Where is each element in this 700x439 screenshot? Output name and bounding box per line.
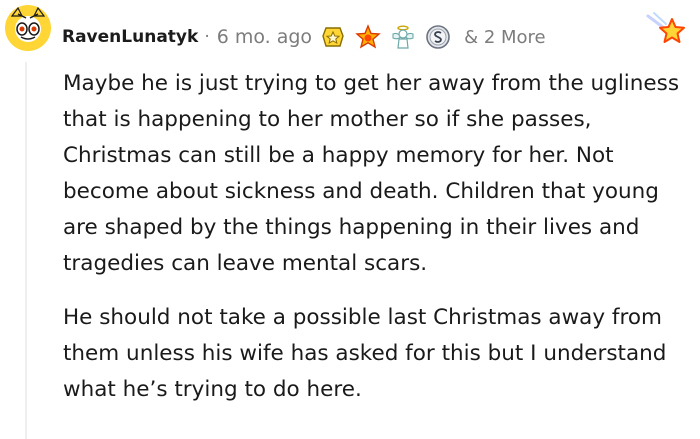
starstruck-award-icon[interactable] [355, 24, 381, 50]
helpful-award-icon[interactable] [320, 24, 346, 50]
comment-paragraph: He should not take a possible last Chris… [63, 305, 667, 402]
meta-separator: · [204, 27, 210, 47]
comment-timestamp[interactable]: 6 mo. ago [217, 26, 312, 48]
comment-paragraph: Maybe he is just trying to get her away … [63, 71, 680, 276]
star-award-icon[interactable] [646, 10, 688, 52]
snoo-avatar-icon [5, 5, 51, 51]
comment-header: RavenLunatyk · 6 mo. ago & 2 More [62, 22, 546, 52]
comment-body: Maybe he is just trying to get her away … [63, 66, 693, 408]
thread-line[interactable] [25, 62, 27, 439]
silver-coin-award-icon[interactable] [425, 24, 451, 50]
angel-award-icon[interactable] [390, 24, 416, 50]
user-avatar[interactable] [4, 4, 52, 52]
username-link[interactable]: RavenLunatyk [62, 27, 198, 47]
more-awards-link[interactable]: & 2 More [464, 27, 546, 48]
